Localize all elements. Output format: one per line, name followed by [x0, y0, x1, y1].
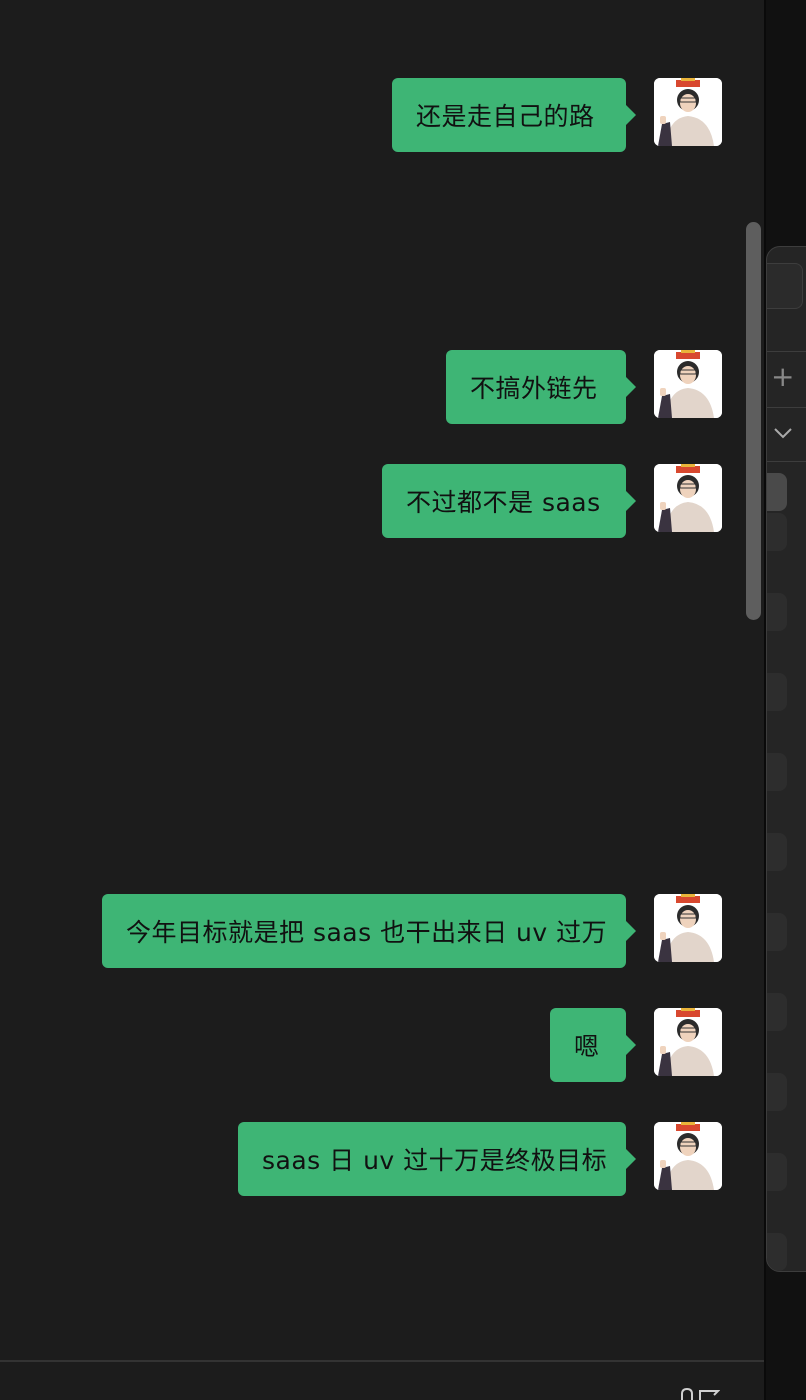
side-list-item[interactable] [767, 473, 787, 511]
user-avatar-icon [654, 350, 722, 418]
user-avatar-icon [654, 464, 722, 532]
message-bubble[interactable]: 不搞外链先 [446, 350, 636, 424]
message-bubble[interactable]: 还是走自己的路 [392, 78, 636, 152]
side-list-item[interactable] [767, 1153, 787, 1191]
side-divider [767, 407, 806, 408]
message-text: 今年目标就是把 saas 也干出来日 uv 过万 [126, 918, 608, 947]
user-avatar-icon [654, 1122, 722, 1190]
input-area-divider [0, 1360, 764, 1362]
avatar[interactable] [654, 464, 722, 532]
user-avatar-icon [654, 894, 722, 962]
side-list-item[interactable] [767, 1233, 787, 1271]
message-text: 不过都不是 saas [406, 488, 601, 517]
chat-scrollbar[interactable] [746, 222, 761, 620]
user-avatar-icon [654, 1008, 722, 1076]
side-list-item[interactable] [767, 913, 787, 951]
avatar[interactable] [654, 1122, 722, 1190]
side-list-item[interactable] [767, 833, 787, 871]
user-avatar-icon [654, 78, 722, 146]
message-text: 不搞外链先 [470, 374, 598, 403]
avatar[interactable] [654, 894, 722, 962]
message-bubble[interactable]: saas 日 uv 过十万是终极目标 [238, 1122, 636, 1196]
add-icon[interactable]: + [771, 363, 799, 391]
message-text: 还是走自己的路 [416, 102, 595, 131]
message-bubble[interactable]: 嗯 [550, 1008, 636, 1082]
toolbar-icon[interactable] [680, 1388, 720, 1400]
message-text: 嗯 [574, 1032, 600, 1061]
message-text: saas 日 uv 过十万是终极目标 [262, 1146, 608, 1175]
side-search-box[interactable] [767, 263, 803, 309]
side-panel: + [766, 246, 806, 1272]
message-bubble[interactable]: 不过都不是 saas [382, 464, 636, 538]
avatar[interactable] [654, 350, 722, 418]
side-list-item[interactable] [767, 1073, 787, 1111]
side-list-item[interactable] [767, 513, 787, 551]
avatar[interactable] [654, 1008, 722, 1076]
side-list-item[interactable] [767, 673, 787, 711]
message-bubble[interactable]: 今年目标就是把 saas 也干出来日 uv 过万 [102, 894, 636, 968]
side-divider [767, 461, 806, 462]
chevron-down-icon[interactable] [771, 423, 795, 443]
side-list-item[interactable] [767, 993, 787, 1031]
chat-pane: 还是走自己的路 不搞外链先 不过都不是 saas 今年目标就是把 saas 也干… [0, 0, 764, 1400]
side-list-item[interactable] [767, 753, 787, 791]
side-list-item[interactable] [767, 593, 787, 631]
side-divider [767, 351, 806, 352]
avatar[interactable] [654, 78, 722, 146]
